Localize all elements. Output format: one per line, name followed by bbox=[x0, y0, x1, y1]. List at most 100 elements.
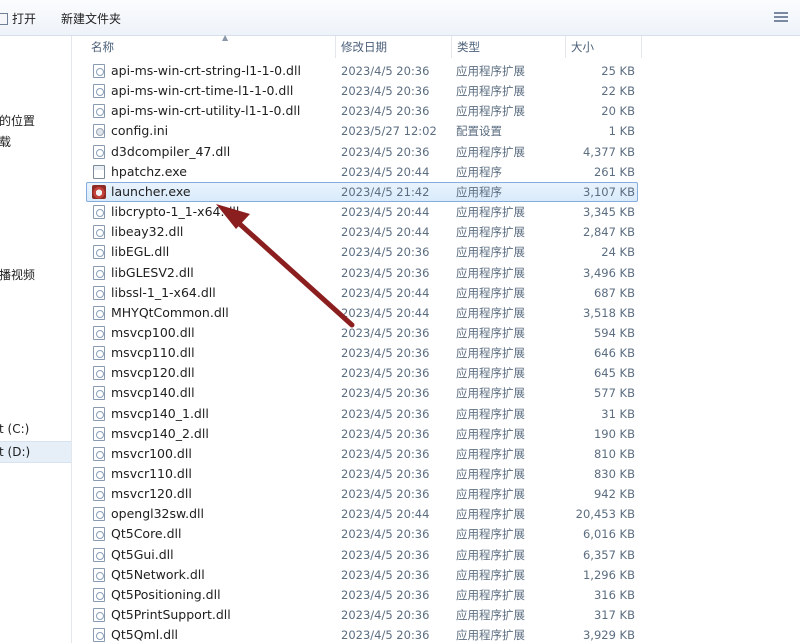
dll-file-icon bbox=[93, 608, 105, 623]
file-date: 2023/4/5 20:36 bbox=[341, 386, 430, 401]
file-name: msvcp140_1.dll bbox=[111, 405, 209, 421]
file-row[interactable]: Qt5Core.dll 2023/4/5 20:36 应用程序扩展 6,016 KB bbox=[86, 524, 638, 544]
file-size: 810 KB bbox=[593, 446, 635, 461]
file-name: libEGL.dll bbox=[111, 244, 170, 260]
file-type: 应用程序扩展 bbox=[456, 587, 525, 602]
file-name: msvcp140.dll bbox=[111, 385, 195, 401]
file-size: 577 KB bbox=[593, 386, 635, 401]
file-size: 645 KB bbox=[593, 366, 635, 381]
file-row[interactable]: msvcp140.dll 2023/4/5 20:36 应用程序扩展 577 KB bbox=[86, 383, 638, 403]
view-options-icon[interactable] bbox=[774, 12, 788, 24]
file-type: 应用程序 bbox=[456, 164, 502, 179]
file-date: 2023/4/5 20:36 bbox=[341, 144, 430, 159]
file-name: Qt5Gui.dll bbox=[111, 546, 174, 562]
file-date: 2023/4/5 20:36 bbox=[341, 325, 430, 340]
file-row[interactable]: libGLESV2.dll 2023/4/5 20:36 应用程序扩展 3,496 K… bbox=[86, 263, 638, 283]
file-row[interactable]: libcrypto-1_1-x64.dll 2023/4/5 20:44 应用程序扩… bbox=[86, 202, 638, 222]
file-row[interactable]: api-ms-win-crt-utility-l1-1-0.dll 2023/4/… bbox=[86, 101, 638, 121]
file-date: 2023/4/5 20:36 bbox=[341, 84, 430, 99]
file-row[interactable]: Qt5Gui.dll 2023/4/5 20:36 应用程序扩展 6,357 KB bbox=[86, 545, 638, 565]
file-date: 2023/4/5 20:36 bbox=[341, 547, 430, 562]
file-date: 2023/4/5 20:36 bbox=[341, 104, 430, 119]
file-row[interactable]: msvcr100.dll 2023/4/5 20:36 应用程序扩展 810 KB bbox=[86, 444, 638, 464]
nav-item-recent-places[interactable]: 的位置 bbox=[0, 111, 35, 131]
file-size: 20,453 KB bbox=[575, 507, 635, 522]
nav-item-videos[interactable]: 播视频 bbox=[0, 265, 35, 285]
file-row[interactable]: Qt5Positioning.dll 2023/4/5 20:36 应用程序扩展 31… bbox=[86, 585, 638, 605]
dll-file-icon bbox=[93, 567, 105, 582]
file-name: d3dcompiler_47.dll bbox=[111, 143, 231, 159]
file-size: 594 KB bbox=[593, 325, 635, 340]
file-row[interactable]: Qt5Qml.dll 2023/4/5 20:36 应用程序扩展 3,929 KB bbox=[86, 625, 638, 643]
column-header-date[interactable]: 修改日期 bbox=[336, 36, 452, 58]
nav-item-label: 播视频 bbox=[0, 268, 36, 282]
nav-item-downloads[interactable]: 载 bbox=[0, 132, 11, 152]
file-name: config.ini bbox=[111, 123, 169, 139]
new-folder-button[interactable]: 新建文件夹 bbox=[61, 10, 121, 28]
nav-item-drive-c[interactable]: t (C:) bbox=[0, 419, 29, 439]
file-size: 20 KB bbox=[601, 104, 635, 119]
column-header-type[interactable]: 类型 bbox=[452, 36, 566, 58]
open-button[interactable]: 打开 bbox=[0, 10, 36, 28]
file-row[interactable]: launcher.exe 2023/4/5 21:42 应用程序 3,107 KB bbox=[86, 181, 638, 202]
column-header-name-label: 名称 bbox=[91, 40, 114, 54]
file-row[interactable]: libssl-1_1-x64.dll 2023/4/5 20:44 应用程序扩展 68… bbox=[86, 283, 638, 303]
file-row[interactable]: msvcp140_1.dll 2023/4/5 20:36 应用程序扩展 31 KB bbox=[86, 404, 638, 424]
column-header-date-label: 修改日期 bbox=[341, 40, 387, 54]
file-row[interactable]: libEGL.dll 2023/4/5 20:36 应用程序扩展 24 KB bbox=[86, 242, 638, 262]
file-type: 应用程序扩展 bbox=[456, 325, 525, 340]
dll-file-icon bbox=[93, 245, 105, 260]
launcher-app-icon bbox=[92, 184, 106, 199]
file-size: 24 KB bbox=[601, 245, 635, 260]
file-type: 配置设置 bbox=[456, 124, 502, 139]
column-header-size[interactable]: 大小 bbox=[566, 36, 642, 58]
file-date: 2023/4/5 20:44 bbox=[341, 507, 430, 522]
dll-file-icon bbox=[93, 225, 105, 240]
ini-file-icon bbox=[93, 124, 105, 139]
dll-file-icon bbox=[93, 446, 105, 461]
file-type: 应用程序扩展 bbox=[456, 285, 525, 300]
file-size: 3,518 KB bbox=[582, 305, 635, 320]
file-name: msvcp140_2.dll bbox=[111, 425, 209, 441]
dll-file-icon bbox=[93, 507, 105, 522]
dll-file-icon bbox=[93, 205, 105, 220]
file-row[interactable]: hpatchz.exe 2023/4/5 20:44 应用程序 261 KB bbox=[86, 162, 638, 182]
file-row[interactable]: config.ini 2023/5/27 12:02 配置设置 1 KB bbox=[86, 121, 638, 141]
file-type: 应用程序扩展 bbox=[456, 205, 525, 220]
file-date: 2023/4/5 20:36 bbox=[341, 487, 430, 502]
file-name: api-ms-win-crt-string-l1-1-0.dll bbox=[111, 63, 301, 78]
file-row[interactable]: api-ms-win-crt-time-l1-1-0.dll 2023/4/5 2… bbox=[86, 81, 638, 101]
file-type: 应用程序扩展 bbox=[456, 628, 525, 643]
file-date: 2023/4/5 20:36 bbox=[341, 265, 430, 280]
file-row[interactable]: msvcp100.dll 2023/4/5 20:36 应用程序扩展 594 KB bbox=[86, 323, 638, 343]
file-name: msvcp100.dll bbox=[111, 324, 195, 340]
file-row[interactable]: msvcr110.dll 2023/4/5 20:36 应用程序扩展 830 KB bbox=[86, 464, 638, 484]
dll-file-icon bbox=[93, 305, 105, 320]
file-row[interactable]: libeay32.dll 2023/4/5 20:44 应用程序扩展 2,847 KB bbox=[86, 222, 638, 242]
file-row[interactable]: msvcp110.dll 2023/4/5 20:36 应用程序扩展 646 KB bbox=[86, 343, 638, 363]
file-row[interactable]: MHYQtCommon.dll 2023/4/5 20:44 应用程序扩展 3,518… bbox=[86, 303, 638, 323]
file-type: 应用程序扩展 bbox=[456, 467, 525, 481]
file-name: msvcr110.dll bbox=[111, 466, 192, 481]
dll-file-icon bbox=[93, 346, 105, 361]
file-row[interactable]: msvcp120.dll 2023/4/5 20:36 应用程序扩展 645 KB bbox=[86, 363, 638, 383]
file-row[interactable]: Qt5Network.dll 2023/4/5 20:36 应用程序扩展 1,296 … bbox=[86, 565, 638, 585]
file-type: 应用程序扩展 bbox=[456, 547, 525, 562]
file-size: 830 KB bbox=[593, 467, 635, 481]
file-type: 应用程序扩展 bbox=[456, 305, 525, 320]
file-type: 应用程序扩展 bbox=[456, 426, 525, 441]
file-row[interactable]: opengl32sw.dll 2023/4/5 20:44 应用程序扩展 20,453… bbox=[86, 504, 638, 524]
file-date: 2023/4/5 20:36 bbox=[341, 567, 430, 582]
file-row[interactable]: msvcr120.dll 2023/4/5 20:36 应用程序扩展 942 KB bbox=[86, 484, 638, 504]
file-date: 2023/4/5 20:36 bbox=[341, 346, 430, 361]
nav-item-drive-d[interactable]: t (D:) bbox=[0, 442, 30, 462]
file-row[interactable]: msvcp140_2.dll 2023/4/5 20:36 应用程序扩展 190 KB bbox=[86, 424, 638, 444]
file-size: 6,016 KB bbox=[582, 527, 635, 542]
command-bar: 打开 新建文件夹 bbox=[0, 0, 800, 36]
file-row[interactable]: d3dcompiler_47.dll 2023/4/5 20:36 应用程序扩展 4,… bbox=[86, 142, 638, 162]
file-row[interactable]: api-ms-win-crt-string-l1-1-0.dll 2023/4/5… bbox=[86, 61, 638, 81]
column-header-name[interactable]: 名称 ▲ bbox=[86, 34, 336, 58]
file-row[interactable]: Qt5PrintSupport.dll 2023/4/5 20:36 应用程序扩展 3… bbox=[86, 605, 638, 625]
file-name: Qt5Network.dll bbox=[111, 566, 205, 582]
file-type: 应用程序扩展 bbox=[456, 567, 525, 582]
